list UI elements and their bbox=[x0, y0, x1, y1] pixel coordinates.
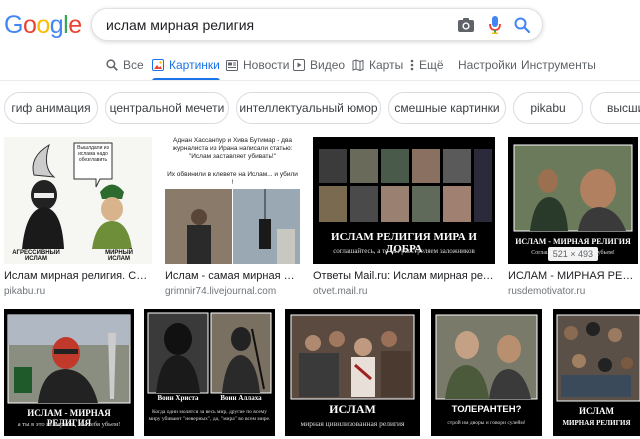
image-label: АГРЕССИВНЫЙ ИСЛАМ bbox=[12, 250, 60, 262]
demotivator-subtitle: мирная цивилизованная религия bbox=[300, 419, 405, 428]
chip-label: гиф анимация bbox=[11, 101, 91, 115]
video-icon bbox=[293, 59, 305, 71]
image-dimensions-badge: 521 × 493 bbox=[547, 247, 598, 261]
tab-label: Ещё bbox=[419, 58, 444, 72]
speech-bubble-text: Вышлдали из ислама надо обезглавить bbox=[77, 145, 109, 163]
news-icon bbox=[226, 59, 238, 71]
result-thumbnail: ТОЛЕРАНТЕН? строй им дворы и говори суле… bbox=[431, 309, 542, 436]
tab-images[interactable]: Картинки bbox=[152, 52, 220, 81]
chip[interactable]: интеллектуальный юмор bbox=[236, 92, 381, 124]
image-result[interactable]: Вышлдали из ислама надо обезглавить АГРЕ… bbox=[4, 137, 152, 297]
tab-video[interactable]: Видео bbox=[293, 52, 345, 78]
camera-icon[interactable] bbox=[456, 15, 476, 35]
tab-maps[interactable]: Карты bbox=[352, 52, 403, 78]
image-label: МИРНЫЙ ИСЛАМ bbox=[105, 250, 133, 262]
tab-all[interactable]: Все bbox=[106, 52, 144, 78]
result-caption: Ислам мирная религия. Случай в ... bbox=[4, 270, 152, 282]
image-headline: Аднан Хассанпур и Хива Бутимар - два жур… bbox=[172, 137, 293, 160]
search-icon bbox=[106, 59, 118, 71]
image-icon bbox=[152, 59, 164, 71]
result-caption: Ответы Mail.ru: Ислам мирная религия? bbox=[313, 270, 495, 282]
image-result[interactable]: ИСЛАМ - МИРНАЯ РЕЛИГИЯ а ты в это не вер… bbox=[4, 309, 134, 436]
tab-settings[interactable]: Настройки bbox=[458, 52, 517, 78]
result-caption: Ислам - самая мирная религия ... bbox=[165, 270, 300, 282]
microphone-icon[interactable] bbox=[485, 15, 505, 35]
image-result[interactable]: ИСЛАМ мирная цивилизованная религия bbox=[285, 309, 420, 436]
image-result[interactable]: ИСЛАМ - МИРНАЯ РЕЛИГИЯ Соглашайся, или м… bbox=[508, 137, 638, 297]
result-thumbnail: Воин Христа Воин Аллаха Когда одни молят… bbox=[144, 309, 275, 436]
chip-label: смешные картинки bbox=[394, 101, 500, 115]
chip-label: pikabu bbox=[530, 101, 566, 115]
logo-letter: G bbox=[4, 11, 23, 39]
search-box bbox=[91, 8, 543, 41]
more-icon bbox=[410, 59, 414, 71]
result-thumbnail: ИСЛАМ мирная цивилизованная религия bbox=[285, 309, 420, 436]
tab-tools[interactable]: Инструменты bbox=[521, 52, 596, 78]
image-subtext: Их обвинили в клевете на Ислам... и убил… bbox=[167, 171, 298, 186]
search-tabs: Все Картинки Новости Видео Карты Ещё Нас… bbox=[0, 52, 640, 81]
result-source: rusdemotivator.ru bbox=[508, 286, 586, 297]
image-result[interactable]: ИСЛАМ РЕЛИГИЯ МИРА И ДОБРА соглашайтесь,… bbox=[313, 137, 495, 297]
map-icon bbox=[352, 59, 364, 71]
chip[interactable]: центральной мечети bbox=[105, 92, 229, 124]
tab-more[interactable]: Ещё bbox=[410, 52, 444, 78]
demotivator-subtitle: а ты в это не веришь, мы тебя убьем! bbox=[17, 421, 121, 428]
demotivator-title: ИСЛАМ bbox=[579, 406, 614, 416]
logo-letter: o bbox=[22, 11, 37, 39]
search-icon[interactable] bbox=[512, 15, 532, 35]
tab-label: Все bbox=[123, 58, 144, 72]
image-result[interactable]: Аднан Хассанпур и Хива Бутимар - два жур… bbox=[165, 137, 300, 297]
chip[interactable]: высший р bbox=[590, 92, 640, 124]
demotivator-subtitle: соглашайтесь, а то мы расстреляем заложн… bbox=[333, 247, 475, 255]
header-divider bbox=[0, 80, 640, 81]
image-label: Воин Христа bbox=[157, 394, 199, 402]
related-chips: гиф анимация центральной мечети интеллек… bbox=[0, 92, 640, 124]
chip-label: центральной мечети bbox=[109, 101, 225, 115]
logo-letter: o bbox=[36, 11, 50, 39]
image-result[interactable]: Воин Христа Воин Аллаха Когда одни молят… bbox=[144, 309, 275, 436]
chip-label: высший р bbox=[607, 101, 640, 115]
tab-label: Новости bbox=[243, 58, 290, 72]
tab-label: Настройки bbox=[458, 58, 517, 72]
result-caption: ИСЛАМ - МИРНАЯ РЕЛИГИЯ ... bbox=[508, 270, 638, 282]
logo-letter: g bbox=[49, 11, 64, 39]
result-thumbnail: Аднан Хассанпур и Хива Бутимар - два жур… bbox=[165, 137, 300, 264]
chip[interactable]: смешные картинки bbox=[388, 92, 506, 124]
result-source: grimnir74.livejournal.com bbox=[165, 286, 277, 297]
logo-letter: e bbox=[68, 11, 82, 39]
google-logo[interactable]: Google bbox=[4, 11, 82, 39]
image-label: Воин Аллаха bbox=[220, 394, 262, 402]
tab-label: Инструменты bbox=[521, 58, 596, 72]
demotivator-title: ТОЛЕРАНТЕН? bbox=[451, 404, 522, 415]
tab-label: Картинки bbox=[169, 58, 220, 72]
image-subtext: Когда одни молятся за весь мир, другие п… bbox=[148, 409, 271, 422]
tab-label: Карты bbox=[369, 58, 404, 72]
search-input[interactable] bbox=[106, 9, 446, 40]
tab-label: Видео bbox=[310, 58, 346, 72]
chip[interactable]: гиф анимация bbox=[4, 92, 98, 124]
result-source: otvet.mail.ru bbox=[313, 286, 368, 297]
result-thumbnail: ИСЛАМ - МИРНАЯ РЕЛИГИЯ а ты в это не вер… bbox=[4, 309, 134, 436]
result-source: pikabu.ru bbox=[4, 286, 46, 297]
chip-label: интеллектуальный юмор bbox=[239, 101, 378, 115]
tab-news[interactable]: Новости bbox=[226, 52, 289, 78]
demotivator-subtitle: МИРНАЯ РЕЛИГИЯ bbox=[562, 419, 631, 427]
demotivator-title: ИСЛАМ bbox=[329, 402, 376, 416]
chip[interactable]: pikabu bbox=[513, 92, 583, 124]
result-thumbnail: ИСЛАМ МИРНАЯ РЕЛИГИЯ bbox=[553, 309, 640, 436]
result-thumbnail: ИСЛАМ - МИРНАЯ РЕЛИГИЯ Соглашайся, или м… bbox=[508, 137, 638, 264]
image-result[interactable]: ТОЛЕРАНТЕН? строй им дворы и говори суле… bbox=[431, 309, 542, 436]
demotivator-title: ИСЛАМ - МИРНАЯ РЕЛИГИЯ bbox=[515, 237, 631, 246]
result-thumbnail: Вышлдали из ислама надо обезглавить АГРЕ… bbox=[4, 137, 152, 264]
image-result[interactable]: ИСЛАМ МИРНАЯ РЕЛИГИЯ bbox=[553, 309, 640, 436]
result-thumbnail: ИСЛАМ РЕЛИГИЯ МИРА И ДОБРА соглашайтесь,… bbox=[313, 137, 495, 264]
demotivator-subtitle: строй им дворы и говори сулейм! bbox=[447, 420, 526, 426]
